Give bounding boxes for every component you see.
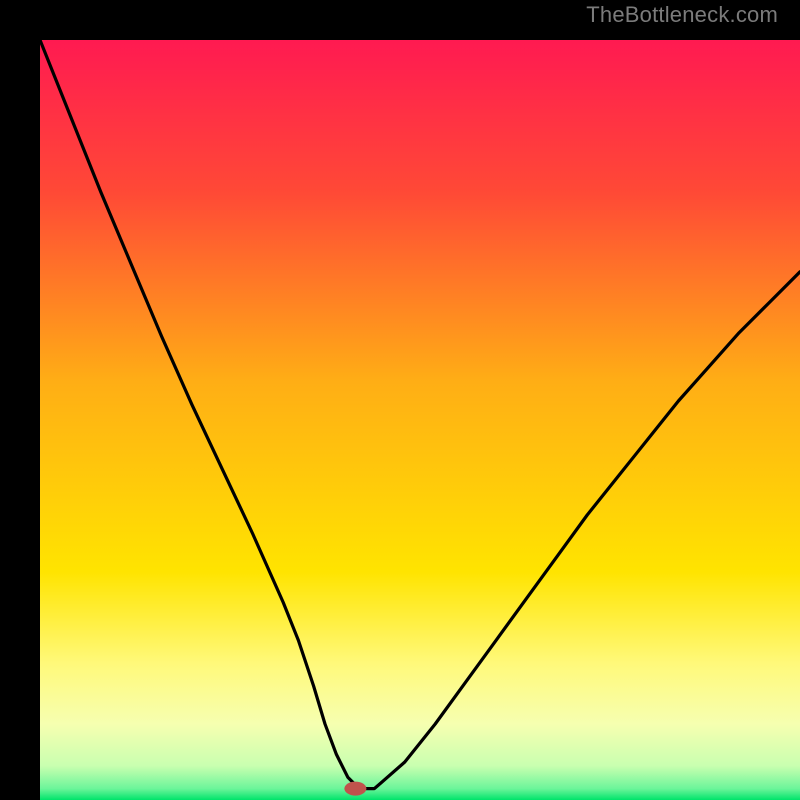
watermark-text: TheBottleneck.com: [586, 2, 778, 28]
gradient-background: [40, 40, 800, 800]
optimum-marker: [344, 782, 366, 796]
chart-frame: [20, 20, 780, 780]
bottleneck-chart: [40, 40, 800, 800]
